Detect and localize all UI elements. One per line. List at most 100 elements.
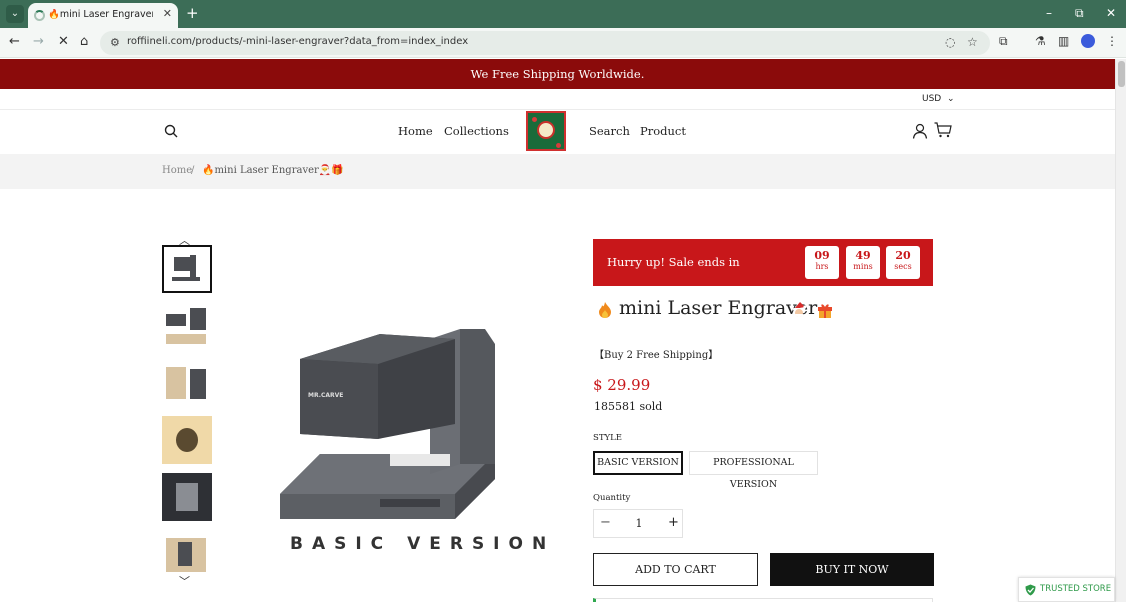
timer-hours-unit: hrs (815, 262, 829, 271)
style-label: STYLE (593, 433, 622, 443)
bookmark-star-icon[interactable]: ☆ (967, 35, 978, 49)
main-product-image[interactable]: MR.CARVE (260, 229, 540, 559)
main-image-caption: BASIC VERSION (290, 534, 556, 554)
trusted-store-text: TRUSTED STORE (1040, 584, 1112, 594)
cart-icon[interactable] (934, 122, 952, 138)
nav-search[interactable]: Search (589, 124, 630, 138)
tab-close-icon[interactable]: ✕ (163, 7, 172, 20)
shield-check-icon (1025, 584, 1036, 596)
side-panel-icon[interactable]: ▥ (1058, 34, 1069, 48)
thumbnail-image (176, 483, 198, 511)
nav-collections[interactable]: Collections (444, 124, 509, 138)
thumbnail-image (190, 255, 196, 279)
home-icon[interactable]: ⌂ (80, 34, 88, 49)
gift-icon (818, 304, 832, 318)
profile-avatar-icon[interactable] (1081, 34, 1095, 48)
announcement-bar: We Free Shipping Worldwide. (0, 59, 1115, 89)
eye-off-icon[interactable]: ◌ (945, 35, 955, 49)
product-thumbnail[interactable] (162, 245, 212, 293)
santa-icon (793, 302, 807, 317)
svg-text:MR.CARVE: MR.CARVE (308, 392, 343, 399)
thumbnail-image (178, 542, 192, 566)
nav-home[interactable]: Home (398, 124, 433, 138)
trusted-store-badge[interactable]: TRUSTED STORE (1018, 577, 1115, 602)
plus-icon[interactable]: + (668, 515, 679, 530)
logo-ornament (532, 117, 537, 122)
forward-arrow-icon[interactable]: → (33, 34, 44, 49)
timer-seconds-value: 20 (895, 249, 911, 262)
logo-sale-badge (537, 121, 555, 139)
maximize-button[interactable]: ⧉ (1075, 6, 1084, 21)
new-tab-button[interactable]: + (186, 4, 199, 22)
store-logo[interactable] (526, 111, 566, 151)
buy-now-button[interactable]: BUY IT NOW (770, 553, 934, 586)
web-page: We Free Shipping Worldwide. USD ⌄ Home C… (0, 59, 1115, 602)
promo-text: 【Buy 2 Free Shipping】 (594, 350, 719, 361)
minimize-button[interactable]: – (1046, 6, 1052, 20)
sold-count: 185581 sold (594, 400, 663, 413)
extensions-icon[interactable]: ⧉ (999, 34, 1008, 49)
stop-loading-icon[interactable]: ✕ (58, 34, 69, 49)
sale-countdown-text: Hurry up! Sale ends in (607, 255, 740, 269)
timer-minutes: 49 mins (846, 246, 880, 279)
back-arrow-icon[interactable]: ← (9, 34, 20, 49)
variant-professional-button[interactable]: PROFESSIONAL VERSION (689, 451, 818, 490)
thumbnail-image (166, 367, 186, 399)
product-thumbnail[interactable] (162, 302, 212, 350)
thumbnail-image (174, 257, 190, 271)
timer-minutes-value: 49 (855, 249, 871, 262)
quantity-label: Quantity (593, 493, 631, 503)
currency-selector[interactable]: USD ⌄ (922, 94, 955, 104)
breadcrumb-separator: / (191, 165, 195, 176)
browser-tab-active[interactable]: 🔥mini Laser Engraver🎅🎁 ✕ (28, 3, 178, 28)
logo-ornament (556, 143, 561, 148)
browser-toolbar: ← → ✕ ⌂ ⚙ roffiineli.com/products/-mini-… (0, 28, 1126, 58)
product-thumbnail[interactable] (162, 416, 212, 464)
next-section-box (593, 598, 933, 602)
nav-product[interactable]: Product (640, 124, 686, 138)
product-thumbnail[interactable] (162, 473, 212, 521)
lab-flask-icon[interactable]: ⚗ (1035, 34, 1046, 48)
fire-icon (599, 302, 611, 318)
header-divider (0, 109, 1115, 110)
currency-value: USD (922, 94, 942, 104)
minus-icon[interactable]: − (600, 515, 611, 530)
chevron-down-icon: ⌄ (944, 94, 955, 104)
product-price: $ 29.99 (593, 376, 651, 394)
breadcrumb: Home / 🔥mini Laser Engraver🎅🎁 (0, 154, 1115, 189)
loading-spinner-icon (34, 10, 45, 21)
thumbnail-image (190, 308, 206, 330)
thumbnail-image (176, 428, 198, 452)
sale-countdown-banner: Hurry up! Sale ends in 09 hrs 49 mins 20… (593, 239, 933, 286)
breadcrumb-current: 🔥mini Laser Engraver🎅🎁 (202, 165, 344, 176)
scrollbar-thumb[interactable] (1118, 61, 1125, 87)
add-to-cart-button[interactable]: ADD TO CART (593, 553, 758, 586)
address-bar[interactable]: ⚙ roffiineli.com/products/-mini-laser-en… (100, 31, 990, 55)
timer-seconds: 20 secs (886, 246, 920, 279)
search-icon[interactable] (164, 124, 178, 138)
thumbnail-image (190, 369, 206, 399)
product-thumbnail[interactable] (162, 530, 212, 578)
browser-tab-strip: ⌄ 🔥mini Laser Engraver🎅🎁 ✕ + – ⧉ ✕ (0, 0, 1126, 28)
page-scrollbar[interactable] (1115, 59, 1126, 602)
timer-seconds-unit: secs (894, 262, 912, 271)
thumbnail-image (166, 314, 186, 326)
thumbnail-image (172, 277, 200, 281)
product-title: mini Laser Engraver (619, 297, 818, 319)
thumbnail-image (166, 334, 206, 344)
thumbnail-down-chevron-icon[interactable]: ﹀ (179, 573, 190, 589)
account-icon[interactable] (912, 123, 928, 139)
site-info-icon[interactable]: ⚙ (110, 36, 120, 49)
timer-hours: 09 hrs (805, 246, 839, 279)
timer-hours-value: 09 (814, 249, 830, 262)
url-text[interactable]: roffiineli.com/products/-mini-laser-engr… (127, 36, 468, 47)
timer-minutes-unit: mins (853, 262, 873, 271)
more-menu-icon[interactable]: ⋮ (1106, 34, 1118, 48)
window-close-button[interactable]: ✕ (1106, 6, 1116, 20)
variant-basic-button[interactable]: BASIC VERSION (593, 451, 683, 475)
tab-search-button[interactable]: ⌄ (6, 5, 24, 23)
product-thumbnail[interactable] (162, 359, 212, 407)
quantity-stepper: 1 − + (593, 509, 683, 538)
breadcrumb-home[interactable]: Home (162, 165, 192, 176)
tab-title: 🔥mini Laser Engraver🎅🎁 (48, 9, 153, 20)
